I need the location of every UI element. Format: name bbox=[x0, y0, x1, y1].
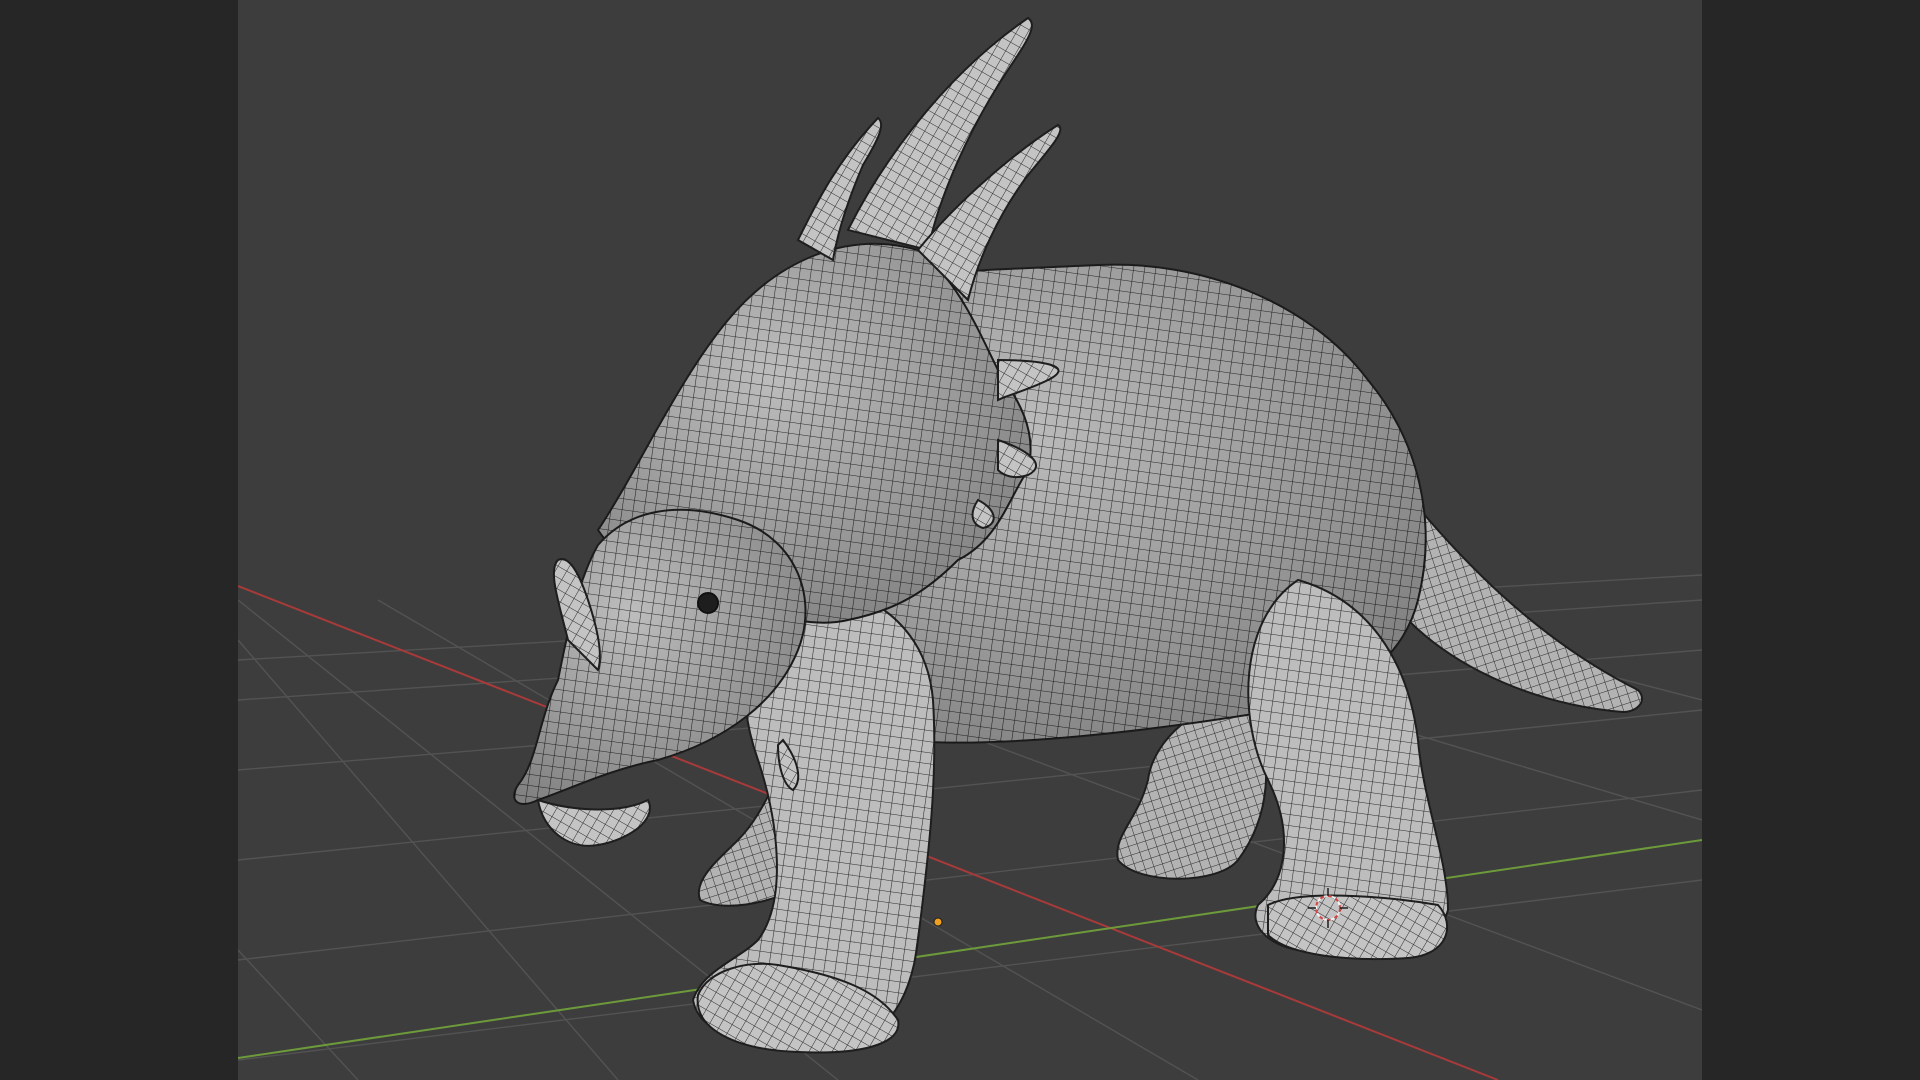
mouth bbox=[536, 798, 651, 847]
3d-viewport[interactable] bbox=[238, 0, 1702, 1080]
frill-spike-3 bbox=[796, 116, 883, 262]
origin-point-icon[interactable] bbox=[933, 917, 943, 927]
back-near-foot bbox=[1267, 894, 1449, 961]
eye bbox=[697, 592, 719, 614]
screen bbox=[0, 0, 1920, 1080]
viewport-canvas[interactable] bbox=[238, 0, 1702, 1080]
tail bbox=[1386, 466, 1643, 714]
styracosaurus-mesh[interactable] bbox=[513, 16, 1643, 1054]
